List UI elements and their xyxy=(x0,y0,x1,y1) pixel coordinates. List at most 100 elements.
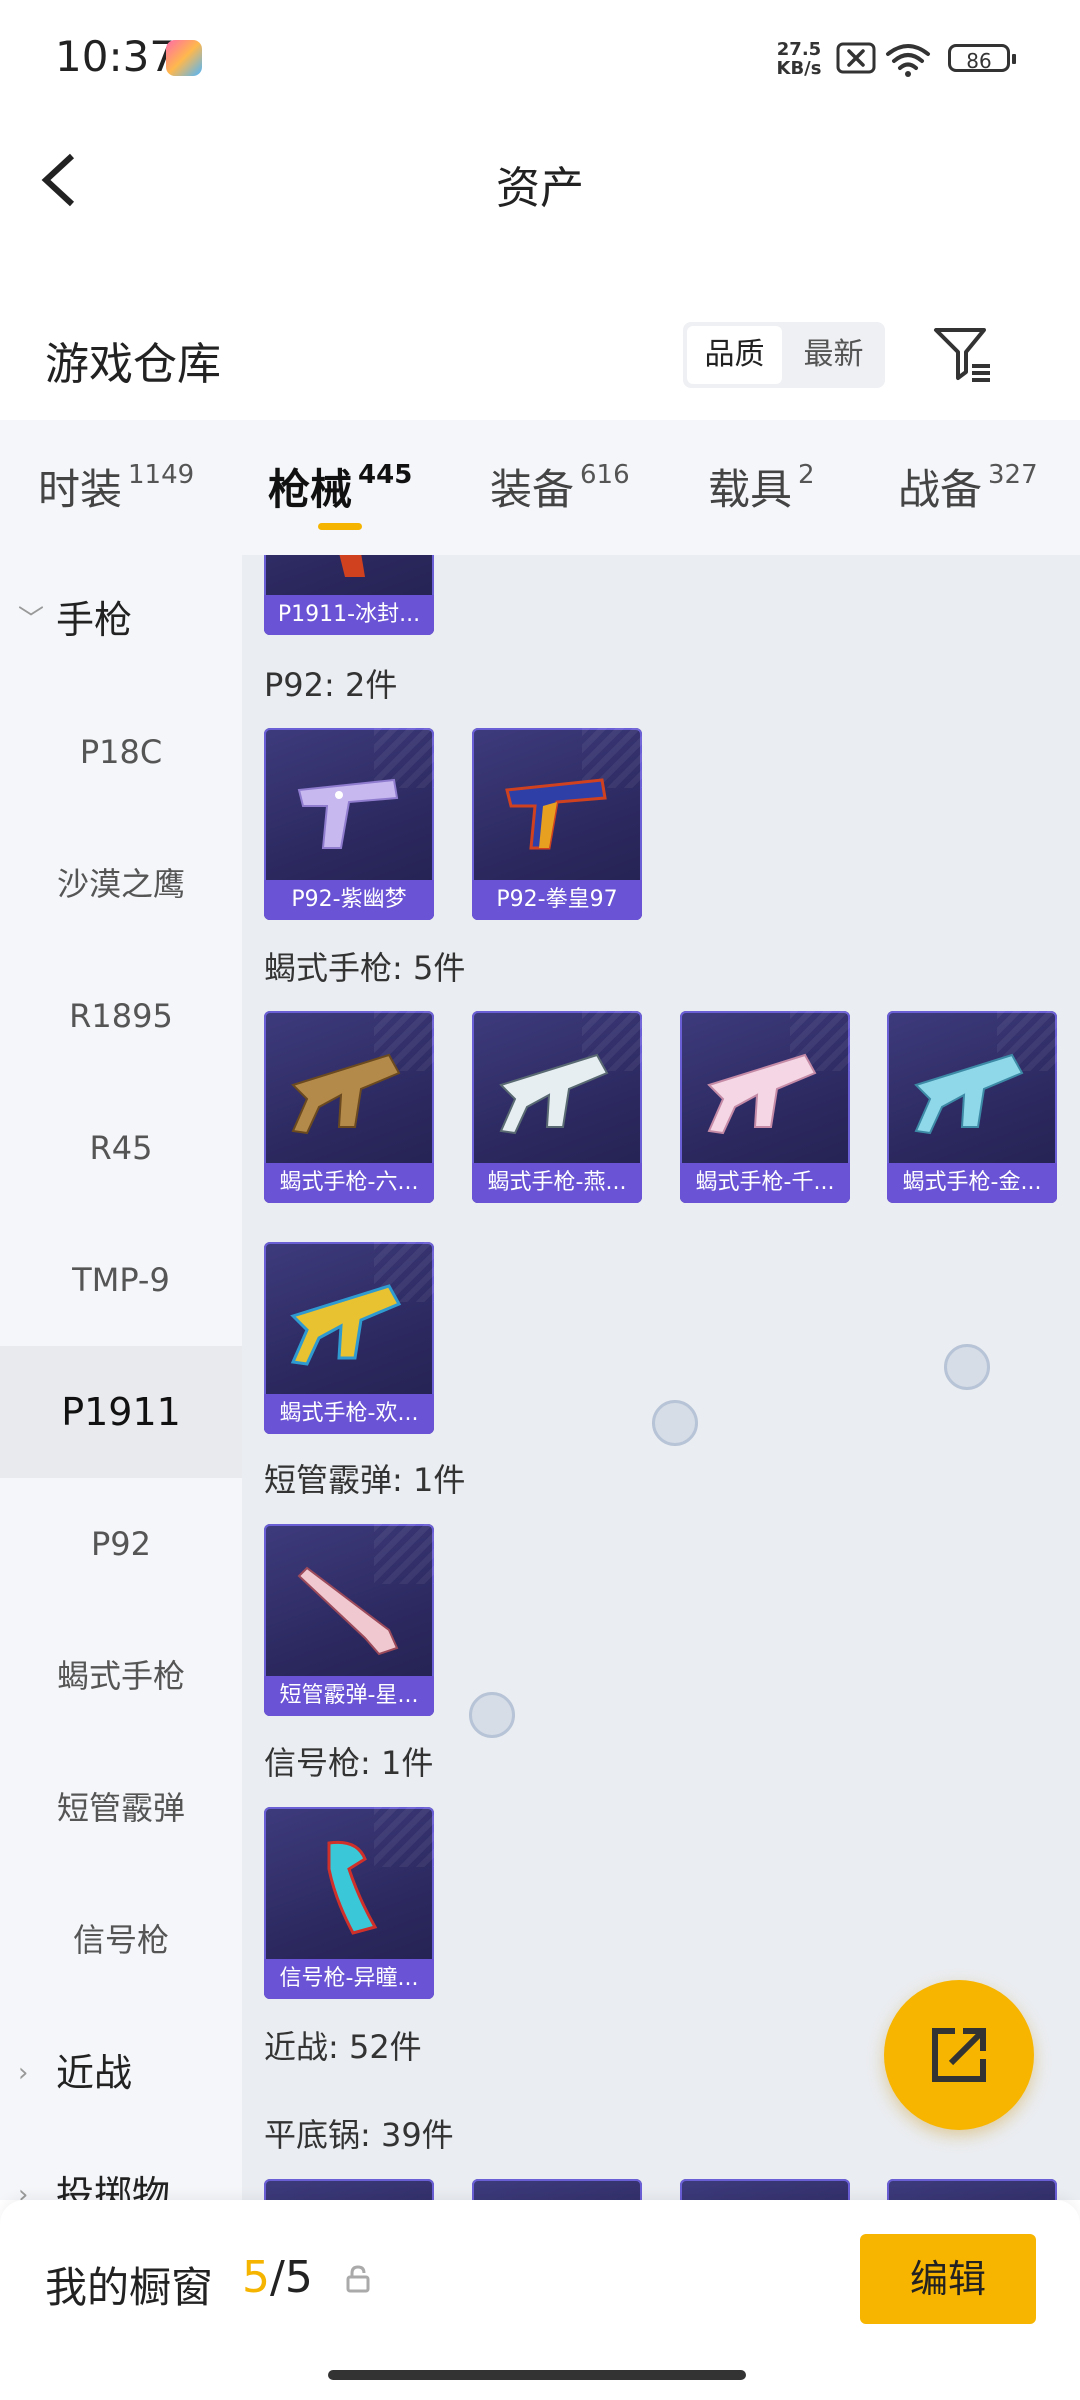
weapon-sidebar: ﹀ 手枪 P18C 沙漠之鹰 R1895 R45 TMP-9 P1911 P92… xyxy=(0,555,242,2200)
sidebar-group-melee[interactable]: › 近战 xyxy=(0,2023,242,2123)
item-caption: 蝎式手枪-千... xyxy=(680,1163,850,1203)
tab-count: 327 xyxy=(988,460,1038,490)
item-card-p92-purple[interactable]: P92-紫幽梦 xyxy=(264,728,434,920)
sidebar-item-scorpion[interactable]: 蝎式手枪 xyxy=(0,1610,242,1742)
sidebar-item-desert-eagle[interactable]: 沙漠之鹰 xyxy=(0,818,242,950)
game-app-icon xyxy=(166,40,202,76)
sidebar-item-flare-gun[interactable]: 信号枪 xyxy=(0,1874,242,2006)
share-external-icon xyxy=(932,2028,986,2082)
group-title: 平底锅: 39件 xyxy=(264,2116,454,2154)
group-title: 信号枪: 1件 xyxy=(264,1744,434,1782)
touch-indicator xyxy=(652,1400,698,1446)
sidebar-group-label: 投掷物 xyxy=(56,2173,171,2200)
group-title: 蝎式手枪: 5件 xyxy=(264,949,466,987)
sidebar-group-pistols[interactable]: ﹀ 手枪 xyxy=(0,570,242,670)
item-caption: 蝎式手枪-金... xyxy=(887,1163,1057,1203)
warehouse-header: 游戏仓库 品质 最新 xyxy=(0,300,1080,410)
item-caption: 信号枪-异瞳... xyxy=(264,1959,434,1999)
sort-newest-button[interactable]: 最新 xyxy=(786,326,881,384)
sidebar-item-tmp9[interactable]: TMP-9 xyxy=(0,1214,242,1346)
sort-quality-button[interactable]: 品质 xyxy=(687,326,782,384)
item-card-pan-4[interactable] xyxy=(887,2179,1057,2200)
smg-icon xyxy=(291,1053,401,1135)
item-card-p1911-frozen[interactable]: P1911-冰封... xyxy=(264,555,434,635)
showcase-current: 5 xyxy=(242,2252,270,2303)
tab-equipment[interactable]: 装备 616 xyxy=(490,456,630,516)
tab-label: 战备 xyxy=(898,465,983,514)
item-card-flare-gun[interactable]: 信号枪-异瞳... xyxy=(264,1807,434,1999)
item-card-scorpion-5[interactable]: 蝎式手枪-欢... xyxy=(264,1242,434,1434)
group-title: 短管霰弹: 1件 xyxy=(264,1461,466,1499)
item-card-scorpion-2[interactable]: 蝎式手枪-燕... xyxy=(472,1011,642,1203)
item-card-pan-3[interactable] xyxy=(680,2179,850,2200)
item-card-p92-kof97[interactable]: P92-拳皇97 xyxy=(472,728,642,920)
showcase-title: 我的橱窗 xyxy=(45,2263,214,2312)
item-card-scorpion-1[interactable]: 蝎式手枪-六... xyxy=(264,1011,434,1203)
edit-button[interactable]: 编辑 xyxy=(860,2234,1036,2324)
pistol-icon xyxy=(505,778,607,850)
flare-gun-icon xyxy=(327,1840,378,1935)
share-button[interactable] xyxy=(884,1980,1034,2130)
home-indicator[interactable] xyxy=(328,2370,746,2380)
page-title: 资产 xyxy=(496,163,584,214)
sidebar-item-r45[interactable]: R45 xyxy=(0,1082,242,1214)
item-card-sawed-off[interactable]: 短管霰弹-星... xyxy=(264,1524,434,1716)
section-title: 游戏仓库 xyxy=(45,339,221,390)
item-caption: P92-紫幽梦 xyxy=(264,880,434,920)
sim-off-icon xyxy=(836,42,876,74)
item-caption: 蝎式手枪-欢... xyxy=(264,1394,434,1434)
active-tab-indicator xyxy=(318,523,362,530)
item-caption: P92-拳皇97 xyxy=(472,880,642,920)
pistol-icon xyxy=(297,778,399,849)
group-title: P92: 2件 xyxy=(264,666,398,704)
chevron-down-icon: ﹀ xyxy=(18,605,45,635)
category-tabs: 时装 1149 枪械 445 装备 616 载具 2 战备 327 xyxy=(0,420,1080,555)
nav-bar: 资产 xyxy=(0,130,1080,230)
tab-count: 1149 xyxy=(128,460,195,490)
item-card-scorpion-4[interactable]: 蝎式手枪-金... xyxy=(887,1011,1057,1203)
network-speed-unit: KB/s xyxy=(776,58,822,79)
smg-icon xyxy=(290,1284,402,1366)
lock-icon xyxy=(346,2265,370,2293)
sidebar-group-label: 手枪 xyxy=(56,598,133,642)
item-card-scorpion-3[interactable]: 蝎式手枪-千... xyxy=(680,1011,850,1203)
sort-toggle: 品质 最新 xyxy=(683,322,885,388)
tab-fashion[interactable]: 时装 1149 xyxy=(38,456,194,516)
status-time: 10:37 xyxy=(55,32,177,81)
tab-combat-gear[interactable]: 战备 327 xyxy=(898,456,1038,516)
smg-icon xyxy=(707,1053,817,1135)
smg-icon xyxy=(914,1053,1024,1135)
sidebar-item-p1911[interactable]: P1911 xyxy=(0,1346,242,1478)
tab-firearms[interactable]: 枪械 445 xyxy=(268,456,412,516)
tab-label: 枪械 xyxy=(268,465,353,514)
item-caption: 短管霰弹-星... xyxy=(264,1676,434,1716)
tab-label: 时装 xyxy=(38,465,123,514)
tab-count: 2 xyxy=(798,460,815,490)
showcase-separator: / xyxy=(270,2252,285,2303)
network-speed: 27.5 KB/s xyxy=(770,40,828,78)
sidebar-item-sawed-off[interactable]: 短管霰弹 xyxy=(0,1742,242,1874)
item-card-pan-1[interactable] xyxy=(264,2179,434,2200)
item-card-pan-2[interactable] xyxy=(472,2179,642,2200)
tab-vehicles[interactable]: 载具 2 xyxy=(708,456,815,516)
smg-icon xyxy=(499,1053,609,1135)
pistol-icon xyxy=(339,555,365,577)
item-caption: 蝎式手枪-六... xyxy=(264,1163,434,1203)
chevron-right-icon: › xyxy=(18,2058,29,2088)
showcase-count: 5/5 xyxy=(242,2252,313,2303)
network-speed-value: 27.5 xyxy=(776,39,822,60)
wifi-icon xyxy=(886,44,930,77)
tab-label: 载具 xyxy=(708,465,793,514)
group-title: 近战: 52件 xyxy=(264,2028,422,2066)
sidebar-group-label: 近战 xyxy=(56,2051,133,2095)
sidebar-item-r1895[interactable]: R1895 xyxy=(0,950,242,1082)
sidebar-item-p18c[interactable]: P18C xyxy=(0,686,242,818)
touch-indicator xyxy=(469,1692,515,1738)
sidebar-group-throwables[interactable]: › 投掷物 xyxy=(0,2145,242,2200)
shotgun-icon xyxy=(297,1566,399,1656)
filter-icon[interactable] xyxy=(930,322,994,386)
tab-count: 616 xyxy=(580,460,630,490)
sidebar-item-p92[interactable]: P92 xyxy=(0,1478,242,1610)
battery-indicator: 86 xyxy=(948,44,1016,73)
tab-label: 装备 xyxy=(490,465,575,514)
